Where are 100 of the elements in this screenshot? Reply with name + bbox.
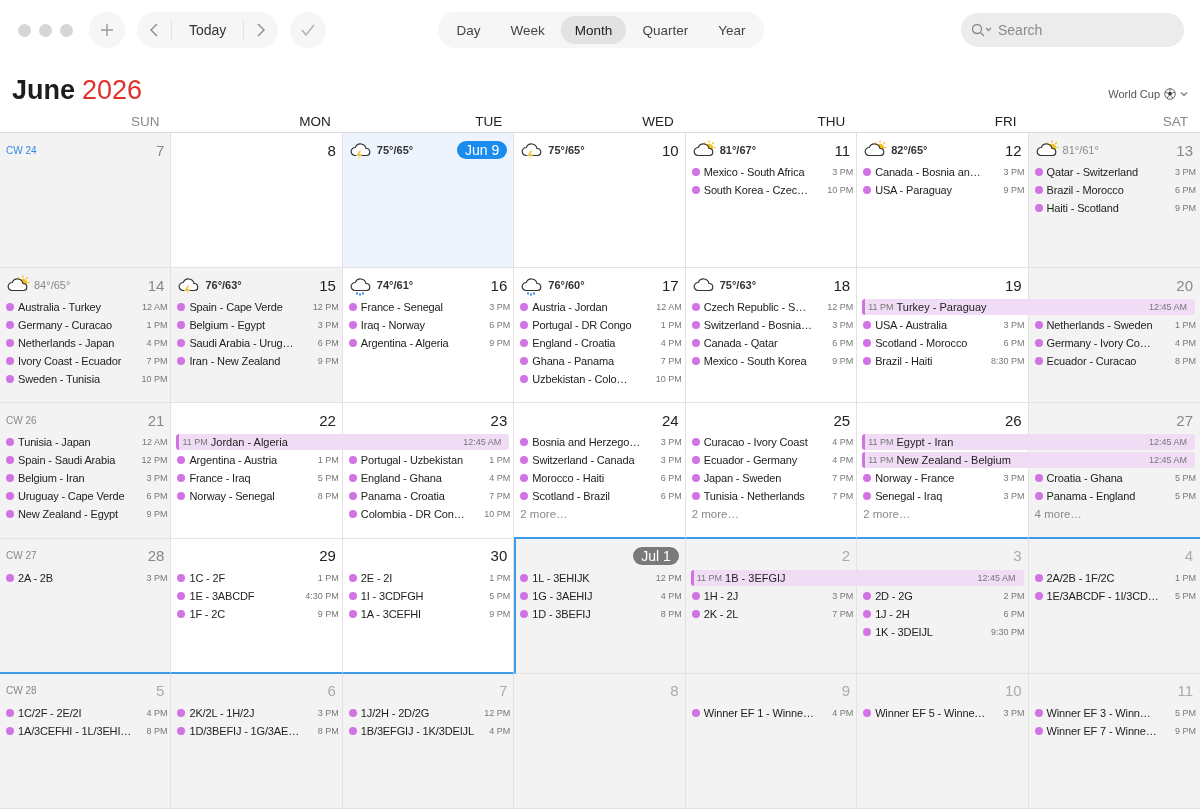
view-tab[interactable]: Year bbox=[704, 16, 760, 44]
event-title[interactable]: 1L - 3EHIJK bbox=[532, 571, 652, 584]
event-title[interactable]: Scotland - Morocco bbox=[875, 337, 1000, 350]
today-button[interactable]: Today bbox=[171, 20, 245, 40]
event-title[interactable]: Switzerland - Canada bbox=[532, 454, 657, 467]
event-title[interactable]: Panama - England bbox=[1046, 490, 1171, 503]
event-title[interactable]: 1B/3EFGIJ - 1K/3DEIJL bbox=[360, 724, 486, 737]
add-button[interactable] bbox=[89, 12, 125, 48]
event-title[interactable]: Uruguay - Cape Verde bbox=[18, 490, 143, 503]
event-title[interactable]: South Korea - Czec… bbox=[703, 184, 824, 196]
event-title[interactable]: Belgium - Iran bbox=[18, 472, 143, 485]
event-title[interactable]: 1E/3ABCDF - 1I/3CD… bbox=[1046, 589, 1171, 602]
event-title[interactable]: 1J - 2H bbox=[875, 607, 1000, 620]
event-title[interactable]: Ecuador - Curacao bbox=[1046, 355, 1171, 368]
event-title[interactable]: 1I - 3CDFGH bbox=[360, 589, 486, 602]
view-tab[interactable]: Month bbox=[560, 16, 627, 44]
event-bar[interactable]: 11 PM New Zealand - Belgium 12:45 AM bbox=[862, 452, 1195, 469]
event-title[interactable]: Australia - Turkey bbox=[18, 301, 138, 314]
event-title[interactable]: 1G - 3AEHIJ bbox=[532, 589, 657, 602]
event-title[interactable]: Germany - Curacao bbox=[18, 319, 143, 332]
event-title[interactable]: England - Ghana bbox=[360, 472, 486, 485]
event-title[interactable]: Uzbekistan - Colo… bbox=[532, 373, 652, 386]
event-title[interactable]: Tunisia - Japan bbox=[18, 436, 138, 449]
event-title[interactable]: Winner EF 7 - Winne… bbox=[1046, 724, 1171, 737]
more-link[interactable]: 2 more… bbox=[685, 508, 858, 521]
event-title[interactable]: Winner EF 3 - Winn… bbox=[1046, 706, 1171, 719]
event-title[interactable]: Qatar - Switzerland bbox=[1046, 166, 1171, 178]
event-bar[interactable]: 11 PM Egypt - Iran 12:45 AM bbox=[862, 434, 1195, 451]
event-title[interactable]: Norway - Senegal bbox=[189, 490, 314, 503]
view-tab[interactable]: Day bbox=[442, 16, 495, 44]
event-title[interactable]: Japan - Sweden bbox=[703, 472, 829, 485]
event-title[interactable]: Ivory Coast - Ecuador bbox=[18, 355, 143, 368]
event-title[interactable]: 1C/2F - 2E/2I bbox=[18, 706, 143, 719]
event-title[interactable]: 1A - 3CEFHI bbox=[360, 607, 486, 620]
event-title[interactable]: Spain - Saudi Arabia bbox=[18, 454, 138, 467]
event-title[interactable]: Czech Republic - S… bbox=[703, 301, 824, 314]
view-tab[interactable]: Week bbox=[496, 16, 559, 44]
event-title[interactable]: Scotland - Brazil bbox=[532, 490, 657, 503]
event-title[interactable]: Belgium - Egypt bbox=[189, 319, 314, 332]
event-title[interactable]: 2A/2B - 1F/2C bbox=[1046, 571, 1171, 584]
event-title[interactable]: Portugal - Uzbekistan bbox=[360, 454, 486, 467]
event-title[interactable]: Sweden - Tunisia bbox=[18, 373, 138, 386]
view-tab[interactable]: Quarter bbox=[628, 16, 703, 44]
more-link[interactable]: 2 more… bbox=[857, 508, 1029, 521]
event-title[interactable]: Mexico - South Africa bbox=[703, 166, 829, 178]
event-title[interactable]: Norway - France bbox=[875, 472, 1000, 485]
event-title[interactable]: Argentina - Algeria bbox=[360, 337, 486, 350]
event-title[interactable]: USA - Australia bbox=[875, 319, 1000, 332]
event-title[interactable]: 1D/3BEFIJ - 1G/3AE… bbox=[189, 724, 314, 737]
search-field[interactable]: Search bbox=[961, 13, 1184, 47]
event-title[interactable]: 2E - 2I bbox=[360, 571, 486, 584]
event-title[interactable]: 2K - 2L bbox=[703, 607, 829, 620]
event-title[interactable]: Brazil - Morocco bbox=[1046, 184, 1171, 196]
event-title[interactable]: Iraq - Norway bbox=[360, 319, 486, 332]
event-title[interactable]: Winner EF 1 - Winne… bbox=[703, 706, 829, 719]
event-title[interactable]: Netherlands - Japan bbox=[18, 337, 143, 350]
event-title[interactable]: USA - Paraguay bbox=[875, 184, 1000, 196]
event-title[interactable]: France - Senegal bbox=[360, 301, 486, 314]
event-title[interactable]: 1H - 2J bbox=[703, 589, 829, 602]
event-title[interactable]: Bosnia and Herzego… bbox=[532, 436, 657, 449]
event-title[interactable]: Haiti - Scotland bbox=[1046, 202, 1171, 214]
event-title[interactable]: Ecuador - Germany bbox=[703, 454, 829, 467]
event-title[interactable]: Tunisia - Netherlands bbox=[703, 490, 829, 503]
event-title[interactable]: Panama - Croatia bbox=[360, 490, 486, 503]
event-title[interactable]: Saudi Arabia - Urug… bbox=[189, 337, 314, 350]
event-title[interactable]: Spain - Cape Verde bbox=[189, 301, 309, 314]
event-bar[interactable]: 11 PM Turkey - Paraguay 12:45 AM bbox=[862, 299, 1195, 316]
event-title[interactable]: 1D - 3BEFIJ bbox=[532, 607, 657, 620]
event-title[interactable]: 1K - 3DEIJL bbox=[875, 625, 988, 638]
event-title[interactable]: 2K/2L - 1H/2J bbox=[189, 706, 314, 719]
event-title[interactable]: 1J/2H - 2D/2G bbox=[360, 706, 481, 719]
event-title[interactable]: Austria - Jordan bbox=[532, 301, 653, 314]
event-title[interactable]: 1E - 3ABCDF bbox=[189, 589, 302, 602]
event-title[interactable]: Canada - Bosnia an… bbox=[875, 166, 1000, 178]
event-title[interactable]: Croatia - Ghana bbox=[1046, 472, 1171, 485]
event-title[interactable]: 1C - 2F bbox=[189, 571, 314, 584]
event-title[interactable]: Netherlands - Sweden bbox=[1046, 319, 1171, 332]
event-title[interactable]: Ghana - Panama bbox=[532, 355, 657, 368]
event-title[interactable]: France - Iraq bbox=[189, 472, 314, 485]
more-link[interactable]: 2 more… bbox=[514, 508, 686, 521]
event-title[interactable]: Canada - Qatar bbox=[703, 337, 829, 350]
event-title[interactable]: England - Croatia bbox=[532, 337, 657, 350]
event-title[interactable]: 2A - 2B bbox=[18, 571, 143, 584]
event-title[interactable]: Curacao - Ivory Coast bbox=[703, 436, 829, 449]
event-title[interactable]: Morocco - Haiti bbox=[532, 472, 657, 485]
event-title[interactable]: New Zealand - Egypt bbox=[18, 508, 143, 521]
event-title[interactable]: Germany - Ivory Co… bbox=[1046, 337, 1171, 350]
event-title[interactable]: 1F - 2C bbox=[189, 607, 314, 620]
event-title[interactable]: Colombia - DR Con… bbox=[360, 508, 481, 521]
event-title[interactable]: Portugal - DR Congo bbox=[532, 319, 657, 332]
event-title[interactable]: 1A/3CEFHI - 1L/3EHI… bbox=[18, 724, 143, 737]
event-title[interactable]: Winner EF 5 - Winne… bbox=[875, 706, 1000, 719]
event-title[interactable]: Switzerland - Bosnia… bbox=[703, 319, 829, 332]
event-title[interactable]: Senegal - Iraq bbox=[875, 490, 1000, 503]
event-title[interactable]: Iran - New Zealand bbox=[189, 355, 314, 368]
event-title[interactable]: Mexico - South Korea bbox=[703, 355, 829, 368]
event-title[interactable]: 2D - 2G bbox=[875, 589, 1000, 602]
event-bar[interactable]: 11 PM Jordan - Algeria 12:45 AM bbox=[176, 434, 510, 451]
event-title[interactable]: Brazil - Haiti bbox=[875, 355, 988, 368]
calendar-selector[interactable]: World Cup bbox=[1108, 88, 1188, 100]
